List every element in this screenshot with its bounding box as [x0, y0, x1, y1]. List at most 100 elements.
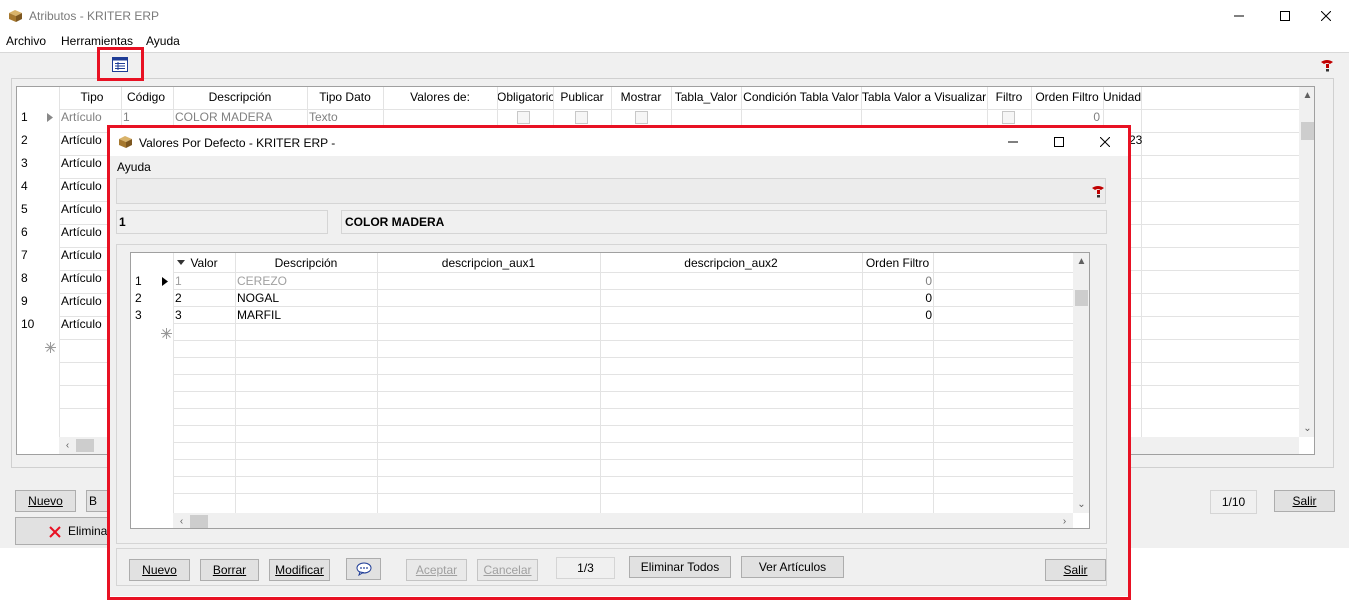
cell-tipo[interactable]: Artículo	[61, 313, 102, 336]
maximize-icon	[1054, 137, 1064, 147]
dialog-salir-button[interactable]: Salir	[1045, 559, 1106, 581]
scroll-left-icon[interactable]: ‹	[173, 513, 190, 528]
package-icon	[119, 136, 132, 148]
column-header[interactable]: Filtro	[987, 87, 1031, 110]
cell-valor[interactable]: 3	[175, 304, 182, 326]
values-vertical-scrollbar[interactable]: ▲ ⌄	[1073, 253, 1089, 513]
column-header[interactable]: descripcion_aux1	[377, 253, 600, 273]
close-icon	[1100, 137, 1110, 147]
close-button[interactable]	[1303, 0, 1349, 32]
dialog-comment-button[interactable]	[346, 558, 381, 580]
column-header[interactable]: Mostrar	[611, 87, 671, 110]
checkbox-obligatorio[interactable]	[517, 111, 530, 124]
main-titlebar: Atributos - KRITER ERP	[0, 0, 1349, 32]
borrar-label: B	[89, 494, 98, 508]
eliminar-button[interactable]: Eliminar	[15, 517, 111, 545]
borrar-button[interactable]: B	[86, 490, 110, 512]
record-counter: 1/10	[1210, 490, 1257, 514]
scroll-right-icon[interactable]: ›	[1056, 513, 1073, 528]
help-icon[interactable]	[1091, 185, 1106, 198]
salir-button[interactable]: Salir	[1274, 490, 1335, 512]
dialog-aceptar-button[interactable]: Aceptar	[406, 559, 467, 581]
column-header[interactable]: Obligatorio	[497, 87, 553, 110]
scroll-thumb[interactable]	[1301, 122, 1314, 140]
column-header[interactable]: Unidad	[1103, 87, 1141, 110]
cell-tipo[interactable]: Artículo	[61, 290, 102, 313]
scroll-thumb[interactable]	[1075, 290, 1088, 306]
cell-orden-filtro[interactable]: 0	[862, 304, 932, 326]
menu-ayuda[interactable]: Ayuda	[117, 160, 151, 174]
row-number: 4	[21, 179, 28, 193]
checkbox-mostrar[interactable]	[635, 111, 648, 124]
dialog-close-button[interactable]	[1082, 128, 1128, 156]
cell-tipo[interactable]: Artículo	[61, 221, 102, 244]
cell-descripcion[interactable]: MARFIL	[237, 304, 281, 326]
cell-tipo[interactable]: Artículo	[61, 198, 102, 221]
cell-tipo-dato[interactable]: Texto	[309, 106, 338, 129]
checkbox-publicar[interactable]	[575, 111, 588, 124]
aceptar-label: Aceptar	[415, 563, 458, 577]
column-header[interactable]: Valores de:	[383, 87, 497, 110]
cell-tipo[interactable]: Artículo	[61, 106, 102, 129]
dialog-nuevo-button[interactable]: Nuevo	[129, 559, 190, 581]
ver-articulos-button[interactable]: Ver Artículos	[741, 556, 844, 578]
menu-herramientas[interactable]: Herramientas	[61, 34, 133, 48]
package-icon	[9, 10, 22, 22]
nuevo-button[interactable]: Nuevo	[15, 490, 76, 512]
scroll-thumb[interactable]	[76, 439, 94, 452]
column-header[interactable]: Condición Tabla Valor	[741, 87, 861, 110]
maximize-button[interactable]	[1262, 0, 1308, 32]
dialog-cancelar-button[interactable]: Cancelar	[477, 559, 538, 581]
help-icon[interactable]	[1320, 59, 1335, 72]
cell-tipo[interactable]: Artículo	[61, 244, 102, 267]
column-header[interactable]: Tabla_Valor	[671, 87, 741, 110]
scroll-down-icon[interactable]: ⌄	[1299, 420, 1314, 437]
salir-label: Salir	[1292, 494, 1317, 508]
cancelar-label: Cancelar	[483, 563, 532, 577]
column-header[interactable]: Tabla Valor a Visualizar	[861, 87, 987, 110]
delete-x-icon	[49, 526, 61, 538]
cell-codigo[interactable]: 1	[123, 106, 130, 129]
scroll-left-icon[interactable]: ‹	[59, 437, 76, 454]
cell-tipo[interactable]: Artículo	[61, 175, 102, 198]
grid-view-icon[interactable]	[112, 57, 128, 72]
values-horizontal-scrollbar[interactable]: ‹ ›	[173, 513, 1073, 528]
row-number: 2	[21, 133, 28, 147]
comment-icon	[356, 562, 371, 576]
row-pointer-icon	[162, 277, 168, 286]
row-number: 3	[21, 156, 28, 170]
grid-vertical-scrollbar[interactable]: ▲ ⌄	[1299, 87, 1314, 437]
row-pointer-icon	[47, 113, 53, 122]
cell-tipo[interactable]: Artículo	[61, 129, 102, 152]
cell-tipo[interactable]: Artículo	[61, 152, 102, 175]
column-header[interactable]: Publicar	[553, 87, 611, 110]
main-toolbar	[0, 52, 1349, 78]
ver-articulos-label: Ver Artículos	[758, 560, 827, 574]
row-number: 3	[135, 308, 142, 322]
nuevo-label: Nuevo	[28, 494, 63, 508]
eliminar-todos-label: Eliminar Todos	[640, 560, 720, 574]
column-header[interactable]: Valor	[173, 253, 235, 273]
dialog-minimize-button[interactable]	[990, 128, 1036, 156]
cell-descripcion[interactable]: COLOR MADERA	[175, 106, 272, 129]
dialog-modificar-button[interactable]: Modificar	[269, 559, 330, 581]
checkbox-filtro[interactable]	[1002, 111, 1015, 124]
scroll-up-icon[interactable]: ▲	[1073, 253, 1089, 270]
eliminar-todos-button[interactable]: Eliminar Todos	[629, 556, 731, 578]
cell-unidad[interactable]: 23	[1129, 129, 1142, 152]
cell-tipo[interactable]: Artículo	[61, 267, 102, 290]
code-field: 1	[116, 210, 328, 234]
scroll-thumb[interactable]	[190, 515, 208, 528]
column-header[interactable]: descripcion_aux2	[600, 253, 862, 273]
minimize-button[interactable]	[1216, 0, 1262, 32]
cell-orden-filtro[interactable]: 0	[1031, 106, 1100, 129]
menu-ayuda[interactable]: Ayuda	[146, 34, 180, 48]
scroll-down-icon[interactable]: ⌄	[1073, 496, 1089, 513]
new-row-icon	[161, 328, 172, 339]
row-number: 1	[21, 110, 28, 124]
dialog-borrar-button[interactable]: Borrar	[200, 559, 259, 581]
minimize-icon	[1008, 141, 1018, 143]
scroll-up-icon[interactable]: ▲	[1299, 87, 1314, 104]
menu-archivo[interactable]: Archivo	[6, 34, 46, 48]
dialog-maximize-button[interactable]	[1036, 128, 1082, 156]
